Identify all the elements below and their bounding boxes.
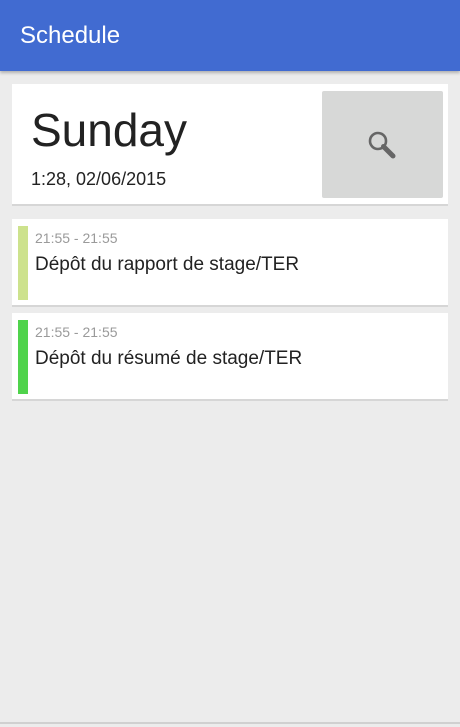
event-title: Dépôt du résumé de stage/TER [35, 348, 303, 369]
event-time: 21:55 - 21:55 [35, 324, 118, 340]
app-title: Schedule [20, 22, 121, 49]
event-card[interactable]: 21:55 - 21:55 Dépôt du rapport de stage/… [12, 219, 448, 307]
event-card[interactable]: 21:55 - 21:55 Dépôt du résumé de stage/T… [12, 313, 448, 401]
search-icon [368, 131, 396, 159]
event-color-bar [18, 320, 28, 394]
bottom-divider [0, 722, 460, 724]
search-button[interactable] [322, 91, 443, 198]
day-name: Sunday [31, 104, 188, 156]
event-color-bar [18, 226, 28, 300]
event-time: 21:55 - 21:55 [35, 230, 118, 246]
day-card: Sunday 1:28, 02/06/2015 [12, 84, 448, 206]
day-datetime: 1:28, 02/06/2015 [31, 169, 167, 189]
app-bar: Schedule [0, 0, 460, 71]
event-title: Dépôt du rapport de stage/TER [35, 254, 300, 275]
